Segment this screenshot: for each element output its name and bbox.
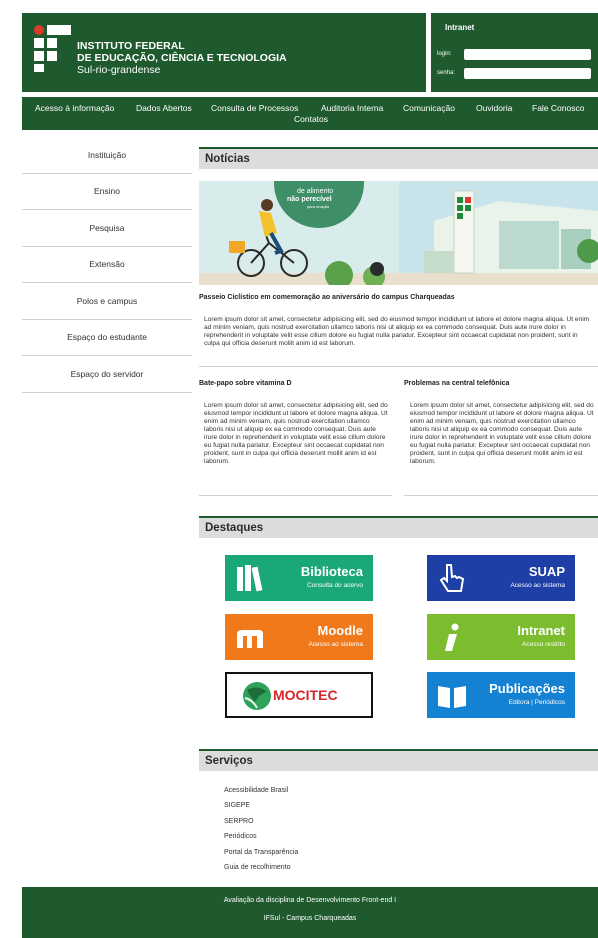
moodle-title: Moodle [317,623,364,638]
highlights-section-header: Destaques [199,516,598,538]
nav-item-ouvidoria[interactable]: Ouvidoria [476,103,512,113]
intranet-title: Intranet [445,23,475,32]
main-nav: Acesso à informação Dados Abertos Consul… [22,97,598,130]
biblioteca-title: Biblioteca [300,564,363,579]
news-banner-image[interactable]: de alimento não perecível para doação [199,181,598,285]
intranet-tile[interactable]: Intranet Acesso restrito [427,614,575,660]
if-logo-icon [34,25,72,73]
institution-name-line2: DE EDUCAÇÃO, CIÊNCIA E TECNOLOGIA [77,52,287,64]
sidebar-item-ensino[interactable]: Ensino [22,174,192,210]
bike-ride-illustration: de alimento não perecível para doação [199,181,598,285]
open-book-icon [438,686,466,708]
books-icon [237,565,263,592]
footer-line2: IFSul - Campus Charqueadas [263,915,357,922]
nav-item-fale-conosco[interactable]: Fale Conosco [532,103,584,113]
nav-item-comunicacao[interactable]: Comunicação [403,103,455,113]
sidebar-item-espaco-estudante[interactable]: Espaço do estudante [22,320,192,356]
nav-item-consulta-processos[interactable]: Consulta de Processos [211,103,298,113]
news-divider [199,366,598,367]
biblioteca-subtitle: Consulta do acervo [306,582,363,589]
service-link-sigepe[interactable]: SIGEPE [224,802,250,809]
nav-item-contatos[interactable]: Contatos [294,114,328,124]
sidebar-item-pesquisa[interactable]: Pesquisa [22,210,192,247]
biblioteca-tile[interactable]: Biblioteca Consulta do acervo [225,555,373,601]
moodle-subtitle: Acesso ao sistema [308,641,363,648]
suap-subtitle: Acesso ao sistema [510,582,565,589]
news-main-title[interactable]: Passeio Ciclístico em comemoração ao ani… [199,294,455,301]
login-label: login: [437,51,452,57]
mocitec-tile[interactable]: MOCITEC [225,672,373,718]
news-section-title: Notícias [205,153,250,165]
institution-subtitle: Sul-rio-grandense [77,64,161,76]
banner-text-line1: de alimento [297,188,333,195]
suap-title: SUAP [528,564,565,579]
sidebar: Instituição Ensino Pesquisa Extensão Pol… [22,137,192,393]
institution-name-line1: INSTITUTO FEDERAL [77,40,185,52]
news-right-divider [404,495,598,496]
news-right-title[interactable]: Problemas na central telefônica [404,380,509,387]
sidebar-item-polos-campus[interactable]: Polos e campus [22,283,192,320]
institution-header: INSTITUTO FEDERAL DE EDUCAÇÃO, CIÊNCIA E… [22,13,426,92]
services-section-title: Serviços [205,755,253,767]
sidebar-item-instituicao[interactable]: Instituição [22,137,192,174]
highlights-section-title: Destaques [205,522,264,534]
intranet-tile-title: Intranet [517,623,565,638]
publicacoes-tile[interactable]: Publicações Editora | Periódicos [427,672,575,718]
news-main-text: Lorem ipsum dolor sit amet, consectetur … [204,316,590,347]
footer-line1: Avaliação da disciplina de Desenvolvimen… [223,897,397,904]
intranet-login-box: Intranet login: senha: [431,13,598,92]
news-section-header: Notícias [199,147,598,169]
nav-item-dados-abertos[interactable]: Dados Abertos [136,103,192,113]
service-link-guia-recolhimento[interactable]: Guia de recolhimento [224,864,291,871]
login-input[interactable] [464,49,591,60]
banner-text-line3: para doação [307,204,330,209]
suap-tile[interactable]: SUAP Acesso ao sistema [427,555,575,601]
sidebar-item-espaco-servidor[interactable]: Espaço do servidor [22,356,192,393]
sidebar-item-extensao[interactable]: Extensão [22,247,192,283]
news-left-title[interactable]: Bate-papo sobre vitamina D [199,380,292,387]
news-right-text: Lorem ipsum dolor sit amet, consectetur … [410,402,594,465]
nav-item-acesso-informacao[interactable]: Acesso à informação [35,103,114,113]
footer: Avaliação da disciplina de Desenvolvimen… [22,887,598,938]
globe-icon [243,682,271,710]
password-label: senha: [437,70,456,76]
hand-pointer-icon [439,564,465,592]
service-link-serpro[interactable]: SERPRO [224,818,254,825]
publicacoes-title: Publicações [489,681,565,696]
service-link-acessibilidade[interactable]: Acessibilidade Brasil [224,787,288,794]
moodle-logo-icon [237,630,263,648]
service-link-periodicos[interactable]: Periódicos [224,833,257,840]
services-section-header: Serviços [199,749,598,771]
news-left-divider [199,495,392,496]
institution-name: INSTITUTO FEDERAL DE EDUCAÇÃO, CIÊNCIA E… [77,40,287,64]
info-icon [445,623,459,651]
mocitec-title: MOCITEC [273,687,338,703]
intranet-tile-subtitle: Acesso restrito [522,641,565,648]
banner-text-line2: não perecível [287,196,332,203]
publicacoes-subtitle: Editora | Periódicos [508,699,565,706]
nav-item-auditoria-interna[interactable]: Auditoria Interna [321,103,383,113]
news-left-text: Lorem ipsum dolor sit amet, consectetur … [204,402,388,465]
service-link-transparencia[interactable]: Portal da Transparência [224,849,298,856]
password-input[interactable] [464,68,591,79]
moodle-tile[interactable]: Moodle Acesso ao sistema [225,614,373,660]
